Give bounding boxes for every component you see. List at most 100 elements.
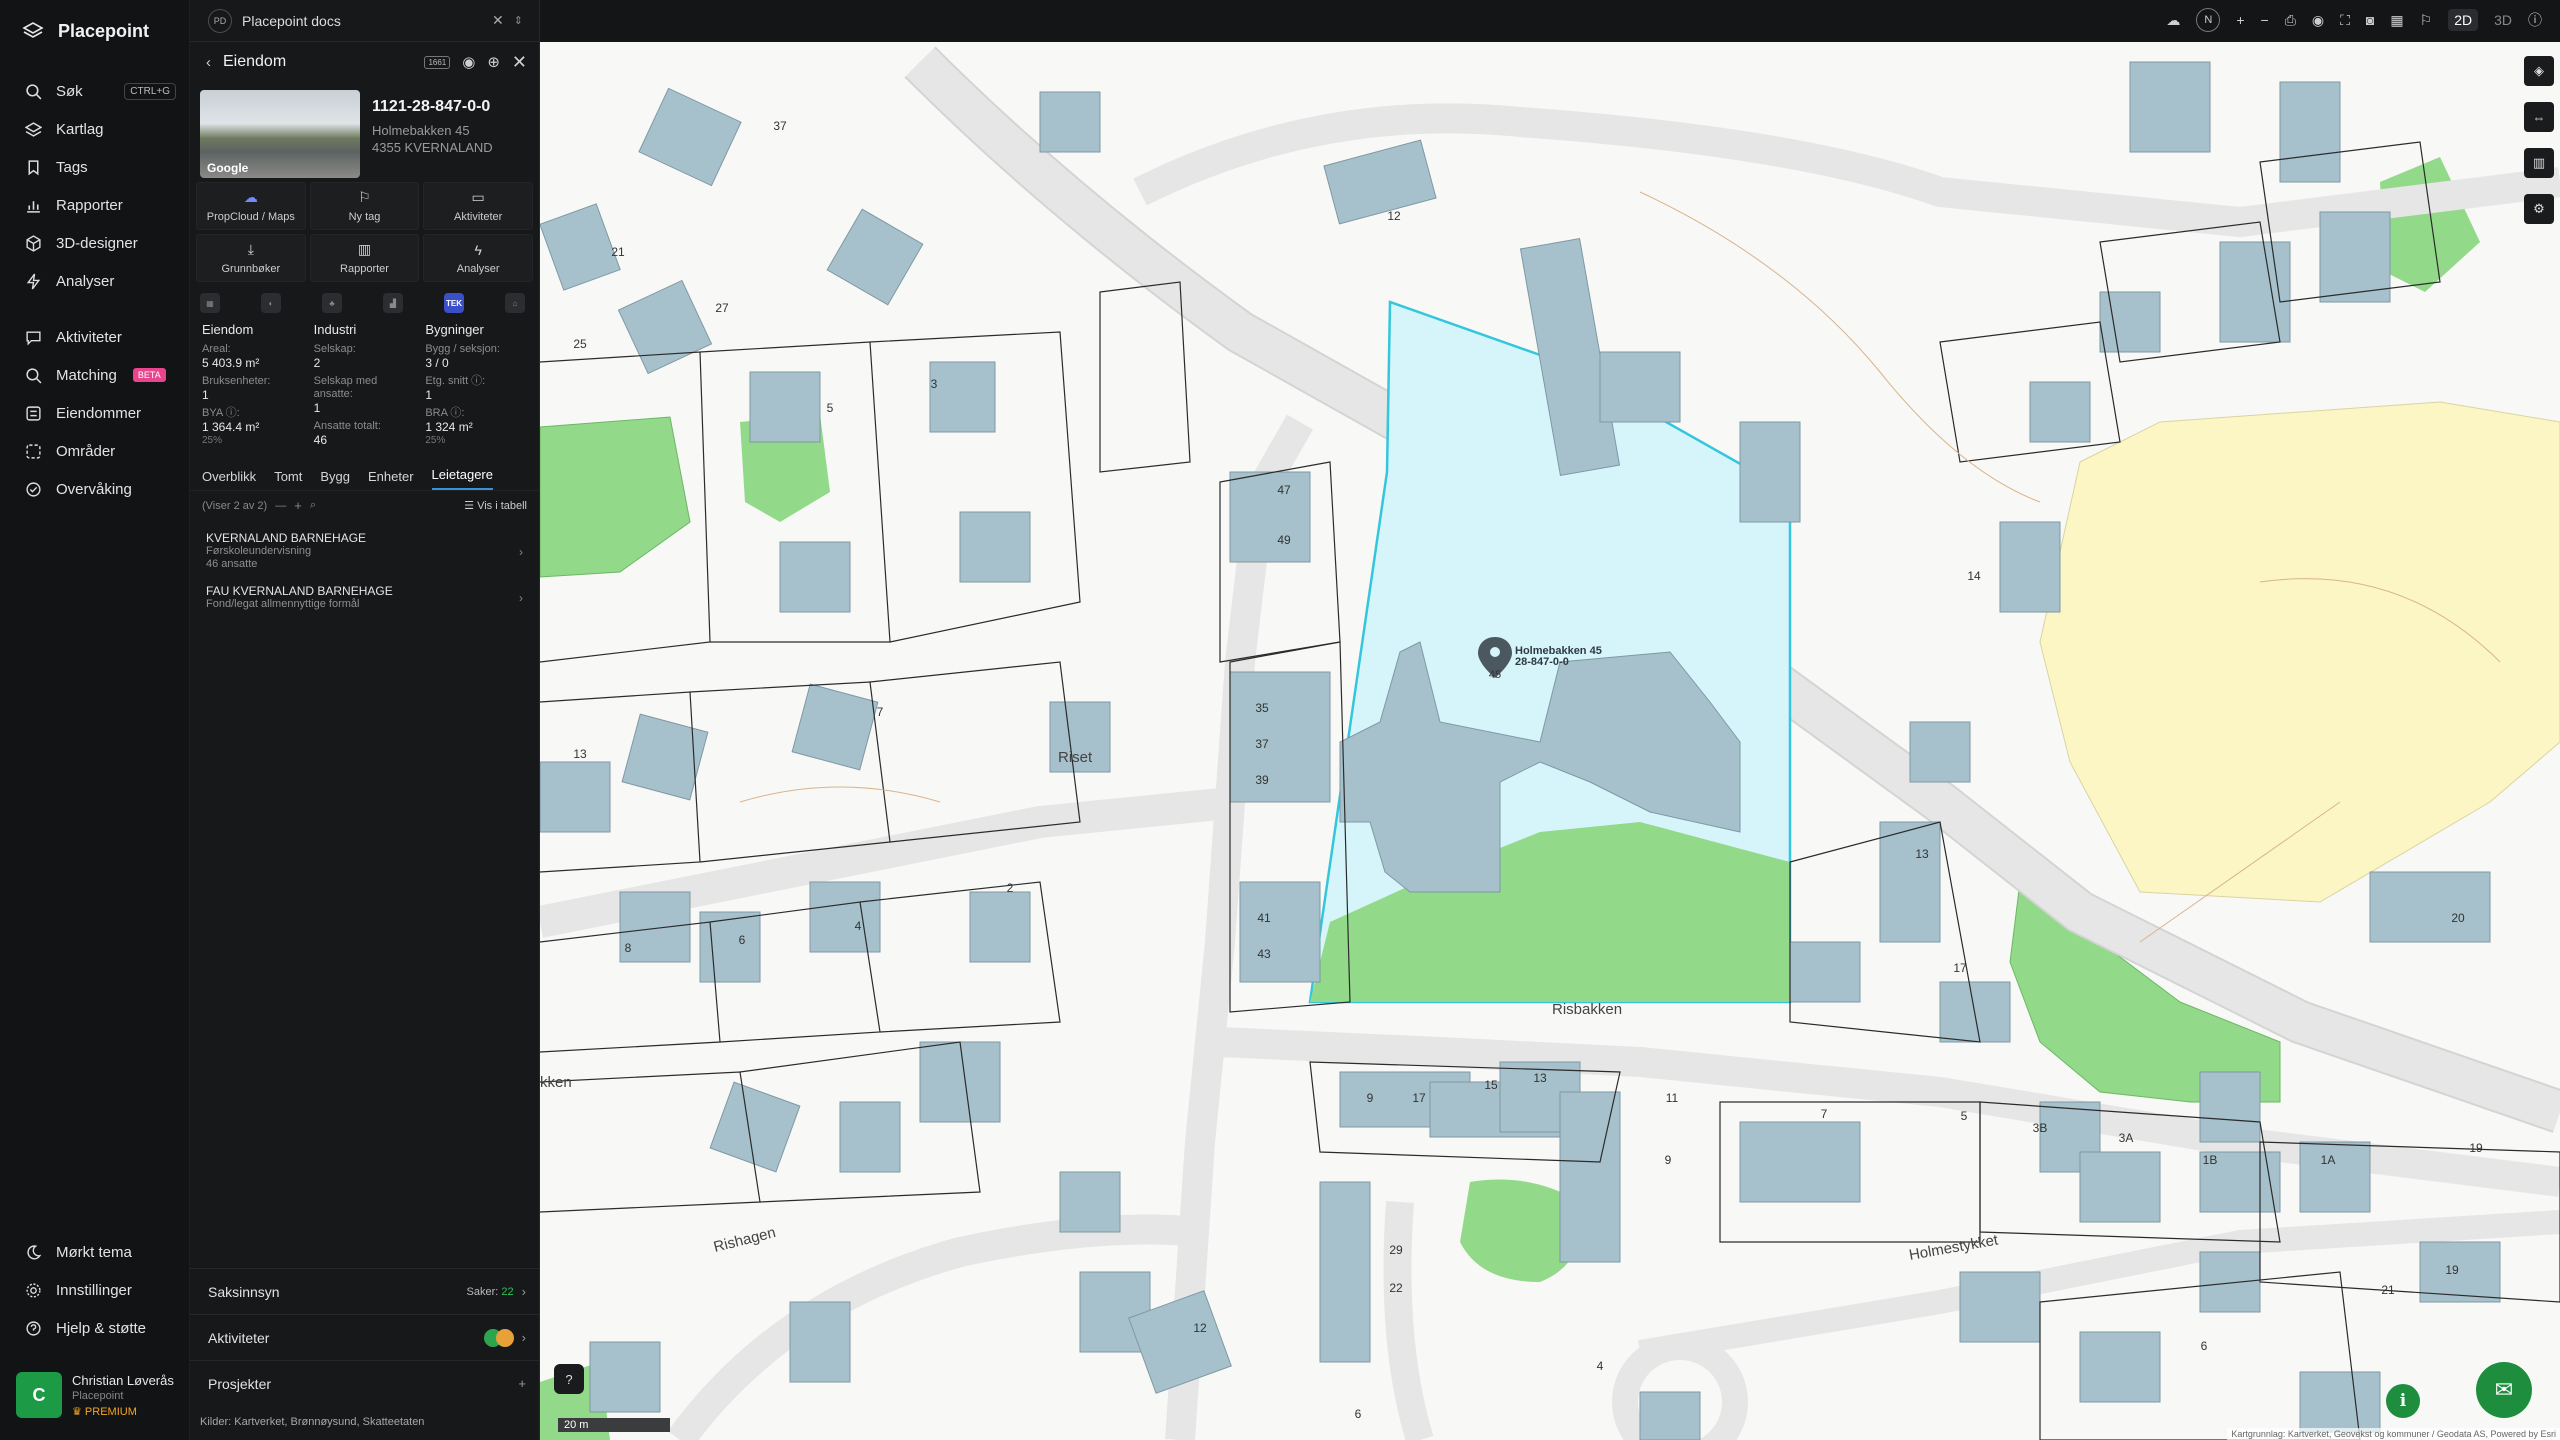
chart-tool[interactable]: ▥ (2524, 148, 2554, 178)
tab-tenants[interactable]: Leietagere (431, 467, 493, 490)
street-view-image[interactable]: Google (200, 90, 360, 178)
info-button[interactable]: i (2386, 1384, 2420, 1418)
crosshair-icon[interactable]: ⊕ (487, 53, 500, 71)
grid-icon[interactable]: ▦ (2390, 12, 2403, 29)
source-item[interactable]: Skatteetaten (363, 1416, 425, 1428)
settings-tool[interactable]: ⚙ (2524, 194, 2554, 224)
tab-units[interactable]: Enheter (368, 469, 414, 490)
map-canvas[interactable]: Riset Risbakken Rishagen Holmestykket kk… (540, 42, 2560, 1440)
user-profile[interactable]: C Christian Løverås Placepoint ♛ PREMIUM (16, 1372, 174, 1418)
propcloud-button[interactable]: ☁ PropCloud / Maps (196, 182, 306, 230)
tab-plot[interactable]: Tomt (274, 469, 302, 490)
map-layer-tool[interactable]: ◈ (2524, 56, 2554, 86)
panel-title: Eiendom (223, 53, 287, 70)
nav-item-settings[interactable]: Innstillinger (0, 1271, 190, 1309)
reports-button[interactable]: ▥ Rapporter (309, 234, 420, 282)
stat-value: 1 364.4 m² (202, 420, 260, 434)
land-registry-button[interactable]: ⤓ Grunnbøker (196, 234, 306, 282)
chat-button[interactable]: ✉ (2476, 1362, 2532, 1418)
source-icon-4[interactable]: ▟ (383, 293, 403, 313)
print-icon[interactable]: ⎙ (2285, 12, 2296, 29)
eye-icon[interactable]: ◉ (2312, 12, 2324, 29)
nav-item-help[interactable]: Hjelp & støtte (0, 1309, 190, 1347)
nav-item-3d-designer[interactable]: 3D-designer (0, 224, 190, 262)
tab-buildings[interactable]: Bygg (320, 469, 350, 490)
chat-bubble-icon: ✉ (2494, 1377, 2514, 1402)
source-item[interactable]: Kartverket, (234, 1416, 287, 1428)
eye-icon[interactable]: ◉ (462, 53, 475, 71)
nav-item-activities[interactable]: Aktiviteter (0, 318, 190, 356)
nav-item-areas[interactable]: Områder (0, 432, 190, 470)
source-icon-1[interactable]: ▦ (200, 293, 220, 313)
table-view-button[interactable]: ☰ Vis i tabell (464, 499, 527, 512)
panel-header: ‹ Eiendom 1661 ◉ ⊕ ✕ (190, 42, 539, 82)
property-stats: Eiendom Areal: 5 403.9 m² Bruksenheter: … (190, 316, 539, 452)
activities-button[interactable]: ▭ Aktiviteter (423, 182, 533, 230)
stat-label: Selskap: (313, 343, 356, 355)
nav-item-tags[interactable]: Tags (0, 148, 190, 186)
projects-section[interactable]: Prosjekter + (190, 1360, 540, 1406)
nav-label: Matching (56, 366, 117, 384)
street-label: Riset (1058, 749, 1093, 766)
map-help-button[interactable]: ? (554, 1364, 584, 1394)
zoom-in-icon[interactable]: + (2236, 12, 2244, 28)
sliders-icon: ⚙ (2533, 201, 2545, 216)
house-number: 17 (1412, 1091, 1426, 1105)
document-title[interactable]: Placepoint docs (242, 13, 482, 29)
tab-overview[interactable]: Overblikk (202, 469, 256, 490)
stat-label: Areal: (202, 343, 231, 355)
search-icon[interactable]: ⌕ (310, 499, 316, 512)
list-item[interactable]: KVERNALAND BARNEHAGE Førskoleundervisnin… (190, 524, 539, 577)
crown-icon: ♛ (72, 1405, 85, 1418)
nav-item-search[interactable]: Søk CTRL+G (0, 72, 190, 110)
view-2d-toggle[interactable]: 2D (2448, 9, 2479, 31)
new-tag-button[interactable]: ⚐ Ny tag (309, 182, 420, 230)
compass-button[interactable]: N (2196, 8, 2221, 32)
camera-icon[interactable]: ◙ (2366, 12, 2374, 28)
nav-item-dark-theme[interactable]: Mørkt tema (0, 1233, 190, 1271)
plus-icon[interactable]: + (294, 498, 302, 513)
nav-label: Tags (56, 158, 88, 176)
id-badge[interactable]: 1661 (424, 55, 451, 69)
app-logo[interactable]: Placepoint (22, 20, 149, 42)
bookmark-icon[interactable]: ⚐ (2420, 12, 2433, 29)
source-icon-2[interactable]: ◐ (261, 293, 281, 313)
info-icon[interactable]: ⓘ (2528, 10, 2542, 30)
house-number: 8 (625, 941, 632, 955)
house-number: 3 (931, 377, 938, 391)
analyses-button[interactable]: ϟ Analyser (423, 234, 533, 282)
source-icon-6[interactable]: ⌂ (505, 293, 525, 313)
gear-icon (26, 1282, 41, 1298)
house-number: 49 (1277, 533, 1291, 547)
placepoint-logo-icon (22, 22, 44, 38)
chevron-right-icon: › (521, 1284, 526, 1299)
close-panel-icon[interactable]: ✕ (512, 52, 527, 73)
list-item[interactable]: FAU KVERNALAND BARNEHAGE Fond/legat allm… (190, 577, 539, 617)
info-icon: i (2399, 1391, 2407, 1411)
minus-icon[interactable]: — (275, 500, 286, 512)
nav-item-reports[interactable]: Rapporter (0, 186, 190, 224)
measure-tool[interactable]: ⇔ (2524, 102, 2554, 132)
activity-avatars (483, 1328, 514, 1347)
view-3d-toggle[interactable]: 3D (2494, 12, 2512, 28)
nav-item-monitoring[interactable]: Overvåking (0, 470, 190, 508)
close-icon[interactable]: ✕ (492, 12, 504, 29)
tek-button[interactable]: TEK (444, 293, 464, 313)
cloud-layers-icon[interactable]: ☁ (2166, 12, 2180, 29)
activities-section[interactable]: Aktiviteter › (190, 1314, 540, 1360)
source-item[interactable]: Brønnøysund, (291, 1416, 360, 1428)
case-insight-section[interactable]: Saksinnsyn Saker: 22 › (190, 1268, 540, 1314)
section-title: Saksinnsyn (208, 1283, 280, 1300)
nav-item-matching[interactable]: Matching BETA (0, 356, 190, 394)
stat-label: Selskap med ansatte: (313, 375, 378, 400)
back-icon[interactable]: ‹ (206, 54, 211, 71)
nav-item-layers[interactable]: Kartlag (0, 110, 190, 148)
house-number: 21 (611, 245, 625, 259)
nav-item-properties[interactable]: Eiendommer (0, 394, 190, 432)
zoom-out-icon[interactable]: − (2261, 12, 2269, 28)
chevron-updown-icon[interactable]: ⇕ (514, 14, 523, 27)
nav-item-analyses[interactable]: Analyser (0, 262, 190, 300)
stat-value: 3 / 0 (425, 356, 449, 370)
source-icon-3[interactable]: ♣ (322, 293, 342, 313)
fullscreen-icon[interactable]: ⛶ (2340, 12, 2350, 29)
